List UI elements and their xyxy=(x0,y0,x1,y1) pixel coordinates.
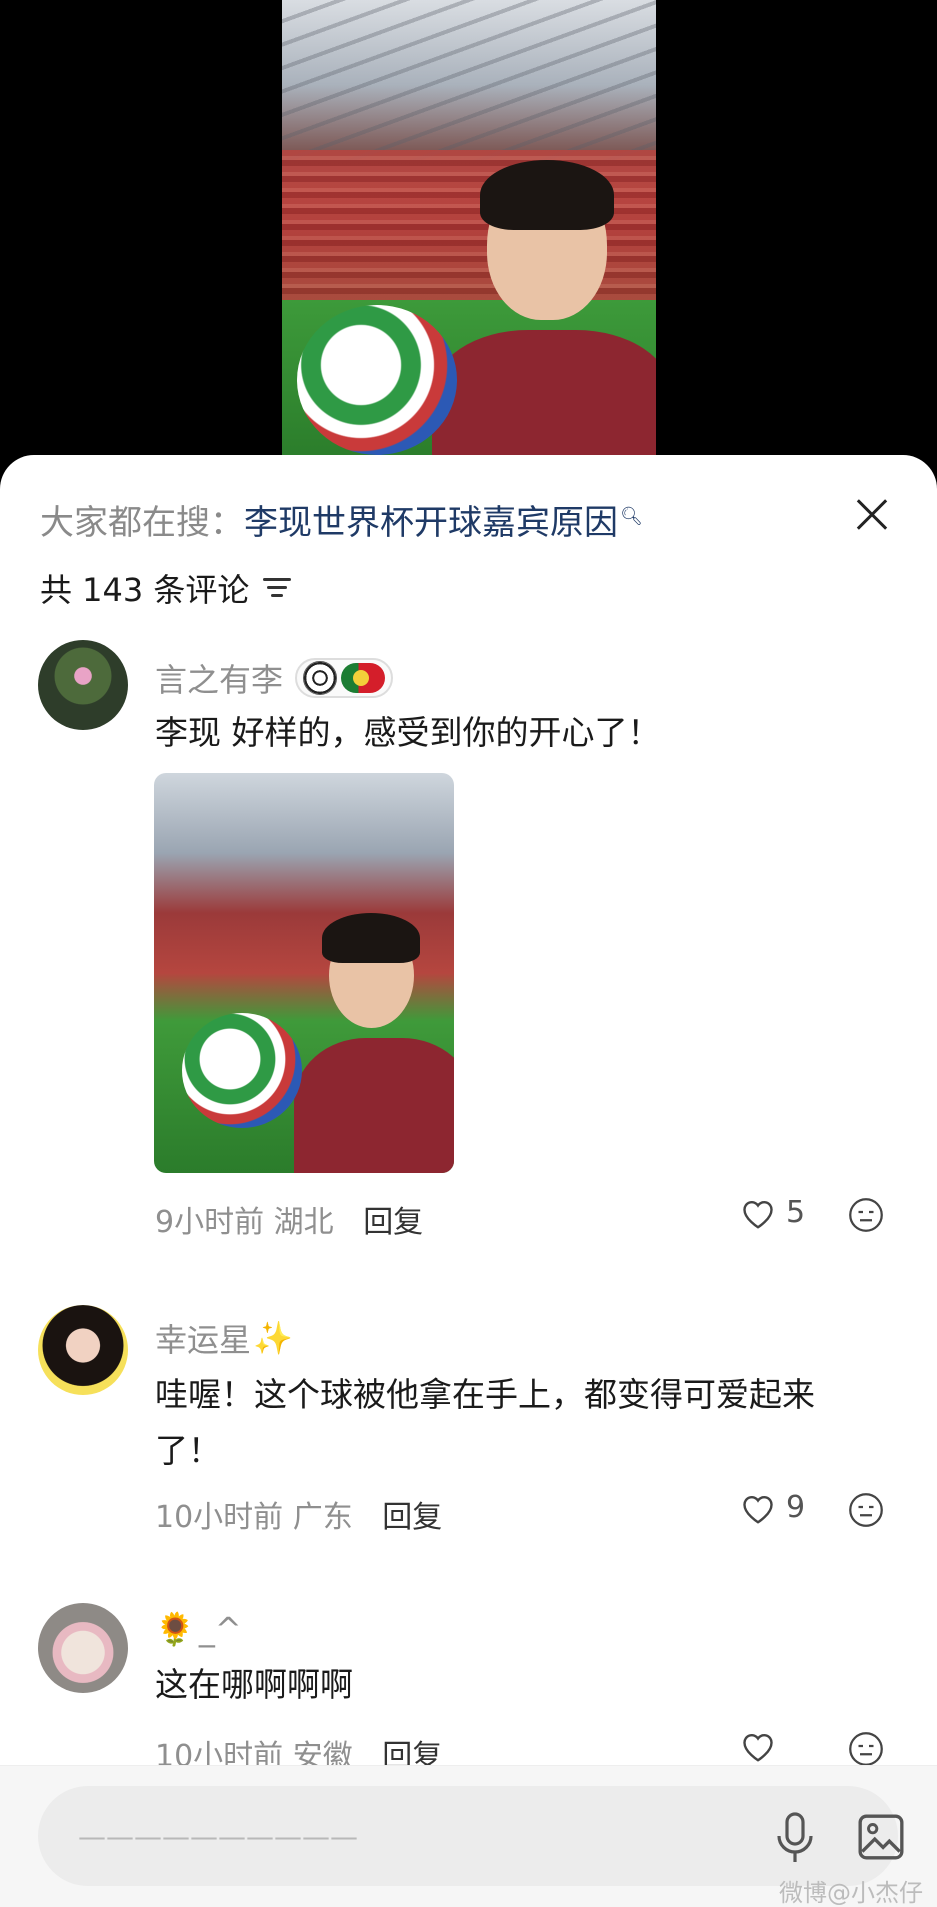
video-player-area[interactable] xyxy=(0,0,937,470)
sort-icon[interactable] xyxy=(263,576,292,600)
comment-count-row: 共 143 条评论 xyxy=(40,565,292,611)
comment-meta: 10小时前 广东 回复 xyxy=(155,1492,442,1536)
trending-search-query[interactable]: 李现世界杯开球嘉宾原因 xyxy=(244,503,618,543)
comment-meta: 9小时前 湖北 回复 xyxy=(155,1197,423,1241)
microphone-icon[interactable] xyxy=(770,1810,820,1866)
like-count: 9 xyxy=(786,1490,806,1525)
sunflower-icon: 🌻 xyxy=(155,1610,195,1648)
like-button[interactable]: 9 xyxy=(740,1490,805,1525)
soccer-ball-graphic xyxy=(297,305,457,455)
reply-button[interactable]: 回复 xyxy=(382,1500,442,1535)
comment-time: 10小时前 xyxy=(155,1500,284,1535)
like-button[interactable]: 5 xyxy=(740,1195,805,1230)
comment-username[interactable]: 幸运星 xyxy=(155,1315,251,1361)
video-frame[interactable] xyxy=(282,0,656,470)
avatar[interactable] xyxy=(38,1603,128,1693)
heart-icon xyxy=(743,1200,773,1229)
trending-search-prefix: 大家都在搜： xyxy=(40,503,244,543)
comment-location: 广东 xyxy=(292,1500,353,1535)
stadium-roof-graphic xyxy=(282,0,656,160)
like-count: 5 xyxy=(786,1195,806,1230)
comment-username-row: 幸运星 ✨ xyxy=(155,1315,293,1361)
person-shirt-graphic xyxy=(432,330,656,470)
comment-username[interactable]: _^ xyxy=(199,1610,242,1648)
comment-count-label: 共 143 条评论 xyxy=(40,571,250,609)
watermark: 微博@小杰仔 xyxy=(779,1879,923,1907)
heart-icon xyxy=(743,1734,773,1762)
close-icon[interactable] xyxy=(847,489,897,539)
person-hair-graphic xyxy=(480,160,614,230)
comment-username-row: 言之有李 xyxy=(155,655,394,701)
trending-search-hint[interactable]: 大家都在搜：李现世界杯开球嘉宾原因 🔍︎ xyxy=(40,495,643,544)
image-shirt-graphic xyxy=(294,1038,454,1173)
comment-text: 哇喔！这个球被他拿在手上，都变得可爱起来了！ xyxy=(155,1375,815,1470)
soccer-ball-icon xyxy=(303,661,338,695)
comment-username-row: 🌻 _^ xyxy=(155,1610,242,1648)
emoji-reaction-icon[interactable] xyxy=(848,1197,884,1233)
fan-badge[interactable] xyxy=(295,658,394,698)
reply-button[interactable]: 回复 xyxy=(363,1205,423,1240)
image-icon[interactable] xyxy=(856,1812,906,1862)
comment-input[interactable]: —————————— xyxy=(38,1786,904,1886)
comment-time: 9小时前 xyxy=(155,1205,265,1240)
avatar[interactable] xyxy=(38,640,128,730)
image-hair-graphic xyxy=(322,913,420,963)
search-icon: 🔍︎ xyxy=(620,505,643,527)
comment-input-placeholder: —————————— xyxy=(78,1820,358,1853)
comment-location: 湖北 xyxy=(273,1205,334,1240)
emoji-reaction-icon[interactable] xyxy=(848,1492,884,1528)
emoji-reaction-icon[interactable] xyxy=(848,1731,884,1767)
like-button[interactable] xyxy=(740,1729,786,1763)
avatar[interactable] xyxy=(38,1305,128,1395)
comment-text: 李现 好样的，感受到你的开心了！ xyxy=(155,713,661,752)
heart-icon xyxy=(743,1495,773,1524)
sparkle-icon: ✨ xyxy=(253,1319,293,1357)
comment-username[interactable]: 言之有李 xyxy=(155,655,283,701)
image-ball-graphic xyxy=(182,1013,302,1128)
comment-image[interactable] xyxy=(154,773,454,1173)
comment-sheet: 大家都在搜：李现世界杯开球嘉宾原因 🔍︎ 共 143 条评论 言之有李 李现 好样… xyxy=(0,455,937,1907)
comment-text: 这在哪啊啊啊 xyxy=(155,1665,353,1704)
portugal-flag-icon xyxy=(341,663,386,693)
